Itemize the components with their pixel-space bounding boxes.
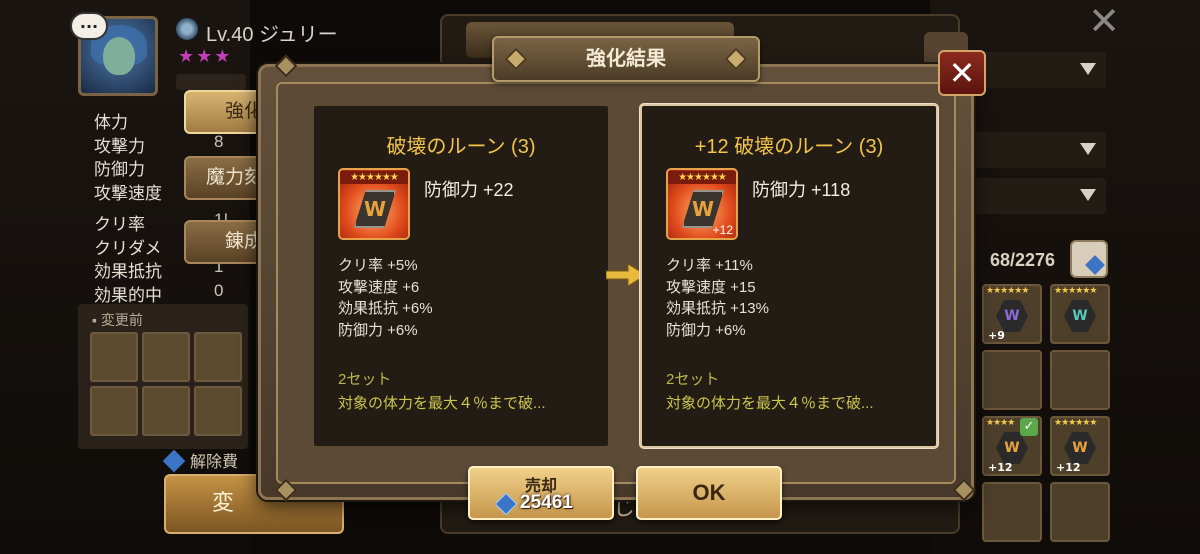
rune-card-after: +12 破壊のルーン (3) ★★★★★★ W +12 防御力 +118 クリ率…	[640, 104, 938, 448]
filter-dropdown[interactable]	[958, 178, 1106, 214]
inventory-rune-slot[interactable]	[1050, 350, 1110, 410]
chat-bubble-icon[interactable]: ...	[70, 12, 108, 40]
rune-level: +12	[1056, 461, 1081, 474]
before-slot[interactable]	[90, 332, 138, 382]
inventory-rune-slot[interactable]	[1050, 482, 1110, 542]
sub-stat: 防御力 +6%	[666, 321, 746, 339]
before-change-text: 変更前	[100, 312, 143, 328]
before-slot[interactable]	[194, 386, 242, 436]
modal-title-plate: 強化結果	[492, 36, 760, 82]
rune-shape-icon: W	[1064, 432, 1096, 464]
before-change-label: ▪ 変更前	[92, 312, 143, 328]
rune-stars: ★★★★★★	[986, 286, 1029, 296]
dropdown-chevron-icon	[1080, 189, 1096, 201]
ok-button[interactable]: OK	[636, 466, 782, 520]
before-slot[interactable]	[142, 332, 190, 382]
sub-stat: 効果抵抗 +6%	[338, 300, 433, 317]
rune-stars: ★★★★★★	[1054, 418, 1097, 428]
rune-icon: ★★★★★★ W	[338, 168, 410, 240]
inventory-rune-slot[interactable]: ★★★★★★ W +12	[1050, 416, 1110, 476]
rune-stars: ★★★★★★	[668, 171, 736, 184]
before-slot[interactable]	[194, 332, 242, 382]
rune-shape-icon: W	[996, 300, 1028, 332]
rune-title: +12 破壊のルーン (3)	[694, 136, 884, 158]
stat-label: 効果的中	[94, 285, 162, 305]
stat-row: 効果的中 0	[94, 281, 228, 305]
sell-price: 25461	[520, 492, 573, 513]
sub-stat: 攻撃速度 +15	[666, 278, 756, 296]
inventory-count: 68/2276	[990, 250, 1056, 270]
rune-main-stat: 防御力 +22	[424, 180, 514, 200]
rune-stars: ★★★★	[986, 418, 1015, 428]
rune-shape-icon: W	[996, 432, 1028, 464]
set-bonus-description: 対象の体力を最大４％まで破...	[338, 395, 546, 412]
avatar-face	[103, 37, 135, 75]
hero-attribute-bar	[176, 74, 246, 90]
stat-row: 攻撃力 8	[94, 132, 228, 156]
rune-level: +12	[988, 461, 1013, 474]
hero-stars: ★★★	[178, 46, 233, 67]
sub-stat: クリ率 +11%	[666, 257, 753, 274]
stat-value: 0	[214, 280, 224, 300]
close-icon[interactable]: ✕	[1086, 2, 1122, 40]
rune-stars: ★★★★★★	[1054, 286, 1097, 296]
rune-stars: ★★★★★★	[340, 171, 408, 184]
stat-label: 攻撃力	[94, 136, 145, 156]
close-icon[interactable]: ✕	[938, 50, 986, 96]
rune-sub-stats: クリ率 +11% 攻撃速度 +15 効果抵抗 +13% 防御力 +6%	[666, 254, 769, 340]
hero-stat-list: 体力 攻撃力8 防御力 攻撃速度 クリ率1! クリダメ 効果抵抗1 効果的中0	[94, 108, 228, 305]
rune-shape-icon: W	[354, 190, 396, 228]
rune-shape-icon: W	[1064, 300, 1096, 332]
before-change-grid	[90, 332, 242, 436]
gem-icon	[162, 449, 186, 473]
checkmark-icon: ✓	[1020, 418, 1038, 436]
rune-card-before: 破壊のルーン (3) ★★★★★★ W 防御力 +22 クリ率 +5% 攻撃速度…	[312, 104, 610, 448]
inventory-grid: ★★★★★★ W +9 ★★★★★★ W ★★★★ W +12 ✓ ★★★★★★ W +12	[982, 284, 1110, 542]
gem-icon	[494, 492, 518, 516]
hero-name: Lv.40 ジュリー	[206, 24, 338, 46]
inventory-rune-slot[interactable]: ★★★★ W +12 ✓	[982, 416, 1042, 476]
inventory-rune-slot[interactable]	[982, 482, 1042, 542]
rune-title: 破壊のルーン (3)	[386, 136, 536, 158]
inventory-rune-slot[interactable]: ★★★★★★ W +9	[982, 284, 1042, 344]
dropdown-chevron-icon	[1080, 63, 1096, 75]
unlock-fee-label: 解除費	[190, 454, 239, 471]
unlock-fee: 解除費	[162, 448, 239, 473]
stat-value: 8	[214, 131, 224, 151]
set-bonus-label: 2セット	[338, 371, 392, 388]
rune-level: +9	[988, 329, 1005, 342]
sub-stat: クリ率 +5%	[338, 257, 418, 274]
modal-title: 強化結果	[586, 48, 666, 70]
rune-icon: ★★★★★★ W +12	[666, 168, 738, 240]
before-slot[interactable]	[90, 386, 138, 436]
inventory-rune-slot[interactable]: ★★★★★★ W	[1050, 284, 1110, 344]
sub-stat: 攻撃速度 +6	[338, 278, 420, 296]
sub-stat: 防御力 +6%	[338, 321, 418, 339]
set-bonus-label: 2セット	[666, 371, 720, 388]
set-bonus-description: 対象の体力を最大４％まで破...	[666, 395, 874, 412]
rune-level: +12	[712, 223, 733, 237]
bag-icon[interactable]	[1070, 240, 1108, 278]
sell-button[interactable]: 売却 25461	[468, 466, 614, 520]
filter-dropdown[interactable]	[958, 132, 1106, 168]
inventory-rune-slot[interactable]	[982, 350, 1042, 410]
dropdown-chevron-icon	[1080, 143, 1096, 155]
rune-sub-stats: クリ率 +5% 攻撃速度 +6 効果抵抗 +6% 防御力 +6%	[338, 254, 433, 340]
before-slot[interactable]	[142, 386, 190, 436]
sub-stat: 効果抵抗 +13%	[666, 300, 769, 317]
rune-main-stat: 防御力 +118	[752, 180, 851, 200]
water-element-icon	[176, 18, 198, 40]
